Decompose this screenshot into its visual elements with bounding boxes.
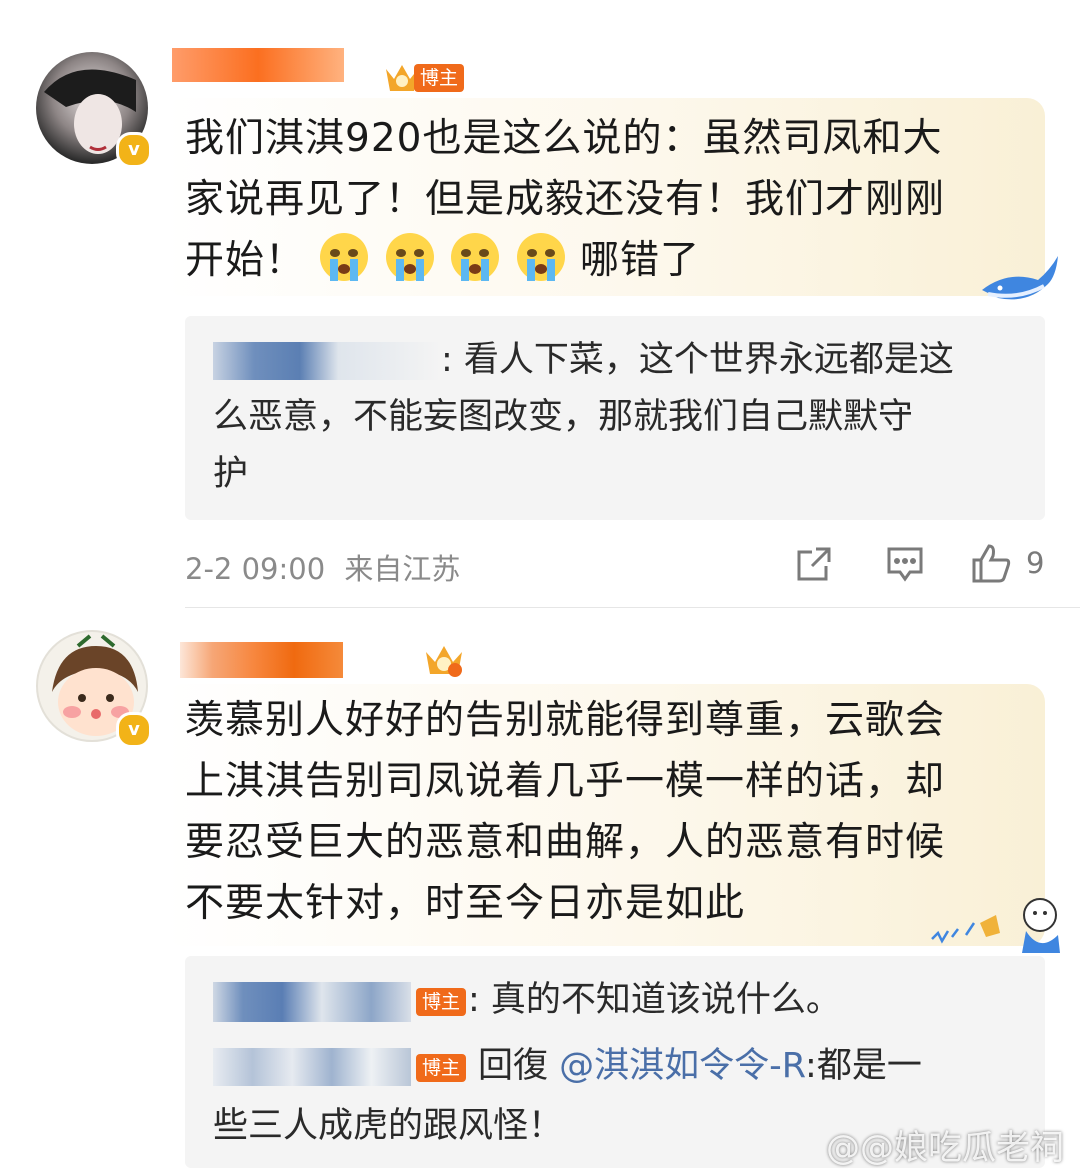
comment-meta: 2-2 09:00 来自江苏 bbox=[185, 546, 460, 588]
divider bbox=[185, 607, 1080, 608]
comment-text: 羡慕别人好好的告别就能得到尊重，云歌会 上淇淇告别司凤说着几乎一模一样的话，却 … bbox=[185, 698, 946, 926]
reply-username-redacted[interactable] bbox=[213, 1048, 411, 1086]
blogger-badge: 博主 bbox=[416, 988, 467, 1016]
crying-face-emoji bbox=[516, 233, 565, 281]
crying-face-emoji bbox=[320, 233, 369, 281]
timestamp: 2-2 09:00 bbox=[185, 552, 326, 586]
reply-text: 回復 @淇淇如令令-R:都是一 bbox=[478, 1046, 922, 1086]
reply-text: : 真的不知道该说什么。 bbox=[468, 980, 841, 1020]
verified-badge-icon: v bbox=[116, 132, 152, 168]
crying-face-emoji bbox=[385, 233, 434, 281]
reply-text: 些三人成虎的跟风怪！ bbox=[213, 1106, 564, 1146]
share-icon[interactable] bbox=[796, 546, 832, 586]
comment-text: 我们淇淇920也是这么说的：虽然司凤和大 家说再见了！但是成毅还没有！我们才刚刚… bbox=[185, 116, 946, 283]
watermark: @@娘吃瓜老祠 bbox=[826, 1128, 1064, 1168]
username-redacted[interactable] bbox=[180, 642, 343, 678]
verified-badge-icon: v bbox=[116, 712, 152, 748]
crying-face-emoji bbox=[451, 233, 500, 281]
reply-text: : 看人下菜，这个世界永远都是这 么恶意，不能妄图改变，那就我们自己默默守 护 bbox=[213, 340, 954, 494]
cheering-sticker-decoration-icon bbox=[930, 893, 1070, 961]
level-crown-icon bbox=[424, 642, 462, 677]
like-button[interactable] bbox=[970, 542, 1012, 588]
blogger-badge: 博主 bbox=[416, 1054, 467, 1082]
reply-username-redacted[interactable] bbox=[213, 982, 411, 1022]
mention-link[interactable]: @淇淇如令令-R bbox=[559, 1046, 805, 1086]
like-count: 9 bbox=[1026, 546, 1045, 580]
blogger-badge: 博主 bbox=[414, 64, 465, 92]
comment-icon[interactable] bbox=[886, 546, 924, 586]
thumbs-up-icon bbox=[972, 544, 1011, 583]
location: 来自江苏 bbox=[344, 552, 461, 586]
whale-bubble-decoration-icon bbox=[978, 250, 1062, 312]
username-redacted[interactable] bbox=[172, 48, 344, 82]
